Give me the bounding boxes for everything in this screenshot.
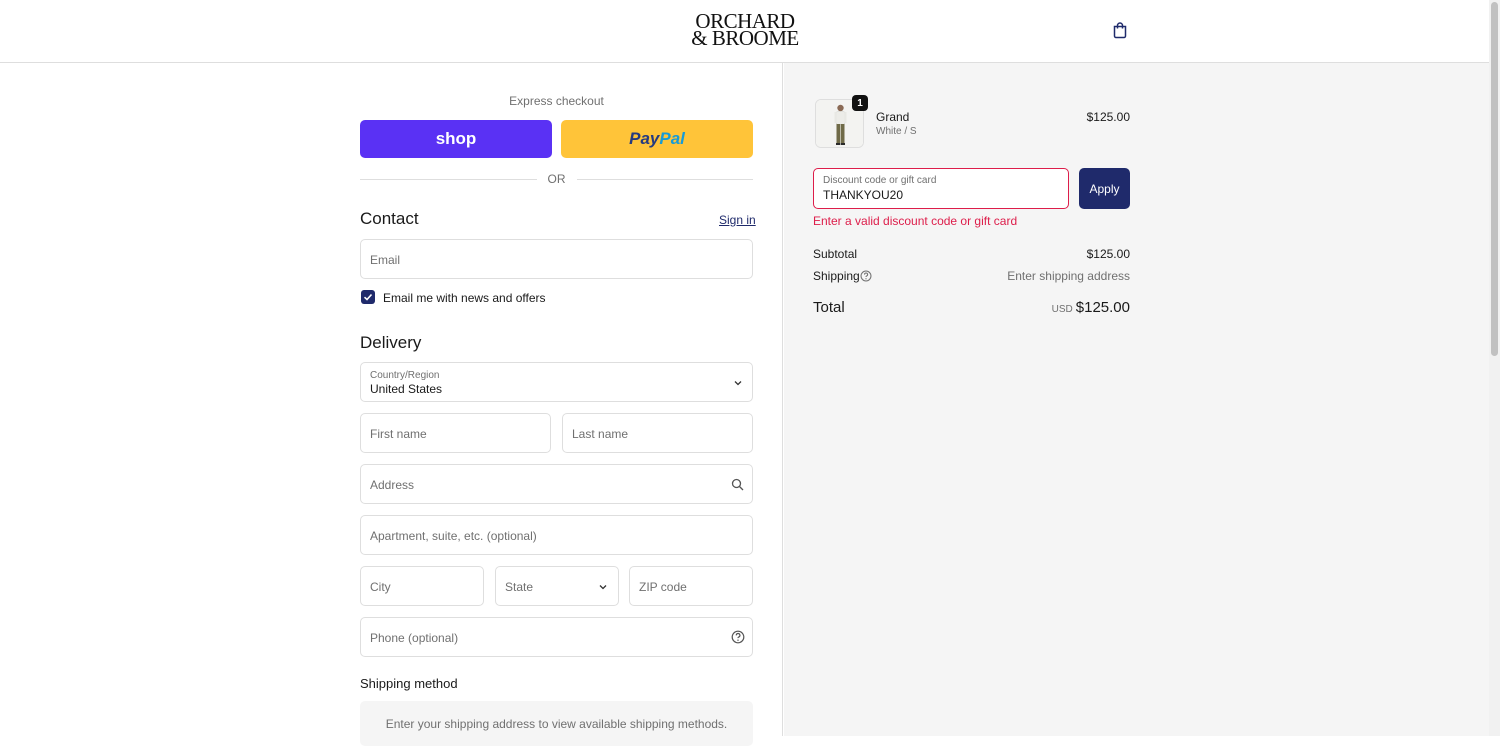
apply-label: Apply [1089,181,1120,196]
apartment-placeholder: Apartment, suite, etc. (optional) [370,529,537,543]
state-select[interactable]: State [495,566,619,606]
chevron-down-icon [599,585,607,590]
currency-code: USD [1051,304,1073,315]
subtotal-value: $125.00 [1086,247,1130,261]
phone-field[interactable]: Phone (optional) [360,617,753,657]
divider-line [576,178,753,180]
paypal-label-pay: Pay [629,129,660,148]
logo-line-2: & BROOME [691,26,799,50]
help-icon[interactable] [860,270,872,282]
shipping-method-placeholder-box: Enter your shipping address to view avai… [360,701,753,746]
newsletter-label: Email me with news and offers [383,291,546,305]
express-checkout-label: Express checkout [509,94,604,108]
subtotal-label: Subtotal [813,247,858,261]
search-icon [731,478,744,491]
shipping-method-heading: Shipping method [360,676,458,691]
or-divider: OR [360,172,753,186]
or-label: OR [547,172,566,186]
shipping-value: Enter shipping address [1007,269,1130,283]
discount-code-field[interactable]: Discount code or gift card THANKYOU20 [813,168,1069,209]
shipping-label: Shipping [813,269,860,283]
country-value: United States [370,382,443,396]
site-header: ORCHARD & BROOME [0,0,1489,63]
product-price: $125.00 [1086,110,1130,124]
contact-heading: Contact [360,209,419,228]
total-value: $125.00 [1075,299,1130,316]
paypal-button[interactable]: Pay Pal [561,120,753,158]
discount-label: Discount code or gift card [823,175,937,186]
chevron-down-icon [734,381,742,386]
apply-discount-button[interactable]: Apply [1079,168,1130,209]
first-name-placeholder: First name [370,427,427,441]
product-variant: White / S [876,126,917,137]
zip-placeholder: ZIP code [639,580,687,594]
order-summary-panel [784,63,1489,736]
brand-logo[interactable]: ORCHARD & BROOME [690,11,800,50]
page-scrollbar[interactable] [1489,0,1500,736]
phone-placeholder: Phone (optional) [370,631,459,645]
shop-pay-label: shop [435,129,477,148]
last-name-field[interactable]: Last name [562,413,753,453]
help-icon[interactable] [731,630,745,644]
country-select[interactable]: Country/Region United States [360,362,753,402]
total-label: Total [813,299,845,316]
zip-code-field[interactable]: ZIP code [629,566,753,606]
newsletter-checkbox[interactable] [361,290,375,304]
apartment-field[interactable]: Apartment, suite, etc. (optional) [360,515,753,555]
country-label: Country/Region [370,370,440,381]
paypal-label-pal: Pal [659,129,685,148]
product-name: Grand [876,110,910,124]
city-field[interactable]: City [360,566,484,606]
divider-line [360,178,537,180]
first-name-field[interactable]: First name [360,413,551,453]
email-field[interactable]: Email [360,239,753,279]
sign-in-link[interactable]: Sign in [719,213,756,227]
state-placeholder: State [505,580,534,594]
shop-pay-button[interactable]: shop [360,120,552,158]
discount-value: THANKYOU20 [823,188,904,202]
address-field[interactable]: Address [360,464,753,504]
discount-error-message: Enter a valid discount code or gift card [813,214,1018,228]
delivery-heading: Delivery [360,333,422,352]
shipping-method-message: Enter your shipping address to view avai… [385,717,728,731]
last-name-placeholder: Last name [572,427,629,441]
scrollbar-thumb[interactable] [1491,2,1498,356]
city-placeholder: City [370,580,391,594]
quantity-badge: 1 [852,95,868,111]
total-amount: USD $125.00 [1000,299,1130,317]
address-placeholder: Address [370,478,415,492]
check-icon [363,293,373,301]
email-placeholder: Email [370,253,401,267]
shopping-bag-icon[interactable] [1111,21,1129,39]
